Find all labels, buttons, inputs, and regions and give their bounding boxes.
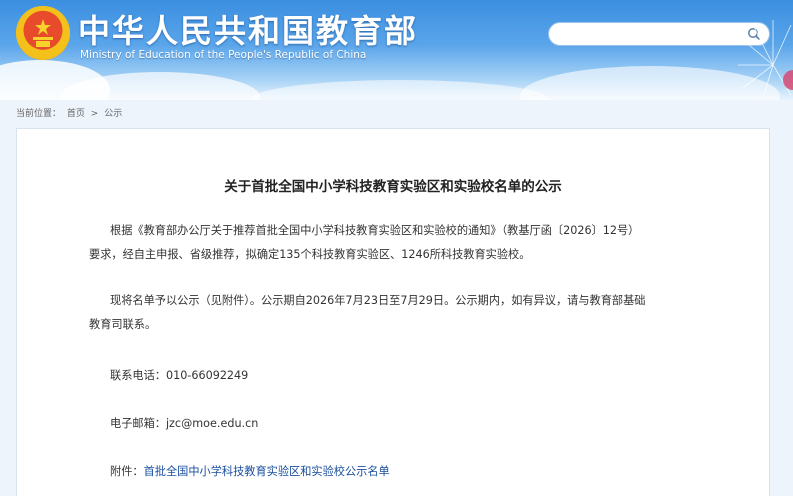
paragraph-2-line-2: 教育司联系。 <box>89 318 157 331</box>
breadcrumb-separator: > <box>90 109 99 119</box>
site-subtitle: Ministry of Education of the People's Re… <box>80 49 367 61</box>
site-header: 中华人民共和国教育部 Ministry of Education of the … <box>0 0 793 100</box>
article-title: 关于首批全国中小学科技教育实验区和实验校名单的公示 <box>224 179 562 195</box>
phone-value: 010-66092249 <box>165 369 249 382</box>
attachment: 附件：首批全国中小学科技教育实验区和实验校公示名单 <box>110 460 390 484</box>
breadcrumb: 当前位置： 首页 > 公示 <box>16 106 125 119</box>
national-emblem-icon[interactable] <box>16 6 70 60</box>
article-panel: 关于首批全国中小学科技教育实验区和实验校名单的公示 根据《教育部办公厅关于推荐首… <box>16 128 770 496</box>
phone-label: 联系电话： <box>110 369 166 382</box>
breadcrumb-home[interactable]: 首页 <box>67 109 85 119</box>
breadcrumb-current[interactable]: 公示 <box>104 109 122 119</box>
dandelion-decoration <box>738 20 793 99</box>
breadcrumb-prefix: 当前位置： <box>16 109 62 119</box>
site-title[interactable]: 中华人民共和国教育部 <box>78 6 418 52</box>
paragraph-1-line-1: 根据《教育部办公厅关于推荐首批全国中小学科技教育实验区和实验校的通知》（教基厅函… <box>110 224 640 237</box>
cloud-decoration <box>250 80 550 100</box>
attachment-label: 附件： <box>110 465 144 478</box>
email-value[interactable]: jzc@moe.edu.cn <box>166 417 258 430</box>
contact-email: 电子邮箱：jzc@moe.edu.cn <box>110 412 258 436</box>
paragraph-1-line-2: 要求，经自主申报、省级推荐，拟确定135个科技教育实验区、1246所科技教育实验… <box>89 248 531 261</box>
paragraph-2-line-1: 现将名单予以公示（见附件）。公示期自2026年7月23日至7月29日。公示期内，… <box>110 294 646 307</box>
email-label: 电子邮箱： <box>110 417 166 430</box>
attachment-link[interactable]: 首批全国中小学科技教育实验区和实验校公示名单 <box>144 465 390 478</box>
contact-phone: 联系电话：010-66092249 <box>110 364 248 388</box>
